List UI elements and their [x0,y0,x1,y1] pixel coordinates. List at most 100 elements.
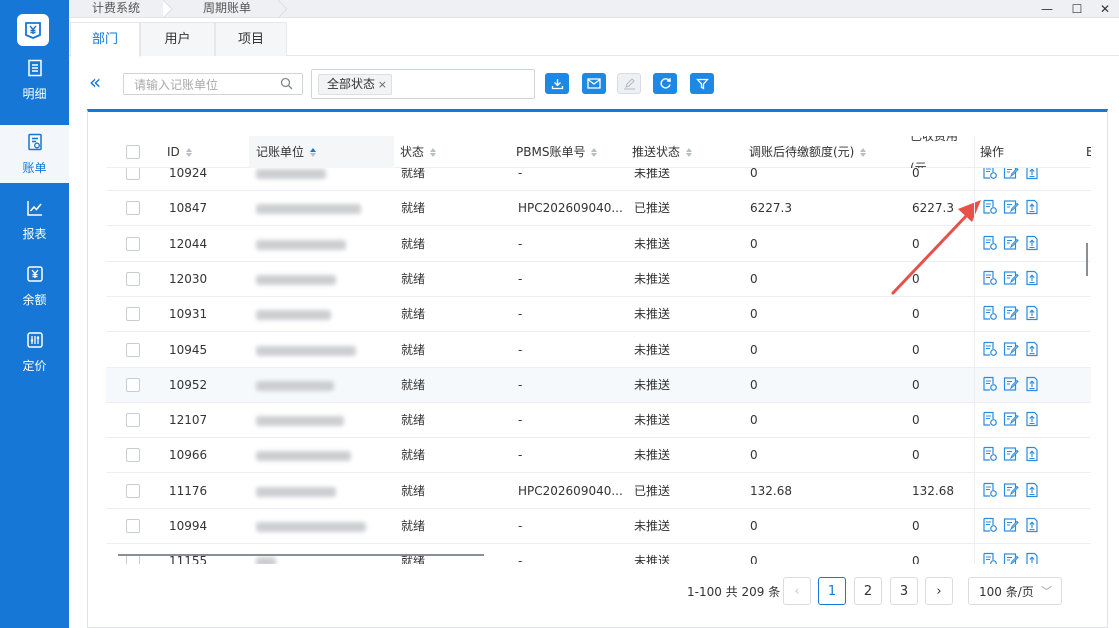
row-checkbox[interactable] [126,236,140,251]
download-button[interactable] [545,73,569,94]
search-icon[interactable] [280,77,293,90]
sort-icon[interactable] [430,147,437,157]
sort-icon[interactable] [185,147,192,157]
collapse-double-chevron-icon[interactable]: « [89,72,105,93]
th-accounting-unit[interactable]: 记账单位 [249,136,394,168]
refresh-button[interactable] [653,73,677,94]
th-pbms-bill-no[interactable]: PBMS账单号 [516,136,626,168]
detail-icon[interactable] [982,482,998,501]
tab-project[interactable]: 项目 [215,22,287,56]
export-icon[interactable] [1024,446,1040,465]
detail-icon[interactable] [982,199,998,218]
page-1-button[interactable]: 1 [818,577,846,605]
row-checkbox[interactable] [126,413,140,428]
tab-user[interactable]: 用户 [140,22,215,56]
sidebar-item-4[interactable]: 定价 [0,323,69,381]
export-icon[interactable] [1024,341,1040,360]
adjust-icon[interactable] [1003,411,1019,430]
breadcrumb-billing-system[interactable]: 计费系统 [92,0,140,18]
sidebar-item-1[interactable]: 账单 [0,125,69,183]
th-push-status[interactable]: 推送状态 [632,136,732,168]
adjust-icon[interactable] [1003,199,1019,218]
select-all-checkbox[interactable] [126,145,140,159]
th-status[interactable]: 状态 [400,136,500,168]
th-paid-amount[interactable]: 已收费用(元 [910,136,974,168]
table-row[interactable]: 12030 就绪 - 未推送 0 0 [106,261,1091,297]
row-checkbox[interactable] [126,483,140,498]
adjust-icon[interactable] [1003,517,1019,536]
horizontal-scrollbar[interactable] [118,554,484,556]
table-row[interactable]: 10966 就绪 - 未推送 0 0 [106,438,1091,474]
table-row[interactable]: 10847 就绪 HPC202609040... 已推送 6227.3 6227.3 [106,191,1091,227]
export-icon[interactable] [1024,305,1040,324]
table-row[interactable]: 10945 就绪 - 未推送 0 0 [106,332,1091,368]
export-icon[interactable] [1024,517,1040,536]
sidebar-item-0[interactable]: 明细 [0,51,69,109]
table-row[interactable]: 12107 就绪 - 未推送 0 0 [106,403,1091,439]
page-size-select[interactable]: 100 条/页 ﹀ [968,577,1062,605]
table-row[interactable]: 12044 就绪 - 未推送 0 0 [106,226,1091,262]
cell-status: 就绪 [401,342,426,357]
next-page-button[interactable]: › [925,577,953,605]
filter-button[interactable] [690,73,714,94]
detail-icon[interactable] [982,446,998,465]
minimize-button[interactable]: — [1033,0,1061,18]
tab-department[interactable]: 部门 [70,22,140,57]
table-row[interactable]: 10994 就绪 - 未推送 0 0 [106,509,1091,544]
detail-icon[interactable] [982,305,998,324]
prev-page-button[interactable]: ‹ [783,577,811,605]
row-checkbox[interactable] [126,342,140,357]
sort-icon[interactable] [310,147,317,157]
vertical-scrollbar[interactable] [1086,243,1088,276]
export-icon[interactable] [1024,376,1040,395]
breadcrumb-periodic-bill[interactable]: 周期账单 [203,0,251,18]
table-row[interactable]: 10931 就绪 - 未推送 0 0 [106,297,1091,333]
detail-icon[interactable] [982,552,998,564]
export-icon[interactable] [1024,482,1040,501]
detail-icon[interactable] [982,270,998,289]
adjust-icon[interactable] [1003,235,1019,254]
tag-close-icon[interactable]: × [378,75,387,94]
sidebar-item-2[interactable]: 报表 [0,191,69,249]
table-row[interactable]: 10952 就绪 - 未推送 0 0 [106,367,1091,403]
edit-button[interactable] [617,73,641,94]
row-checkbox[interactable] [126,271,140,286]
detail-icon[interactable] [982,376,998,395]
table-row[interactable]: 11176 就绪 HPC202609040... 已推送 132.68 132.68 [106,473,1091,509]
sort-icon[interactable] [860,147,867,157]
sidebar-item-3[interactable]: 余额 [0,257,69,315]
export-icon[interactable] [1024,552,1040,564]
sort-icon[interactable] [591,147,598,157]
detail-icon[interactable] [982,411,998,430]
adjust-icon[interactable] [1003,270,1019,289]
mail-button[interactable] [582,73,606,94]
row-checkbox[interactable] [126,166,140,180]
detail-icon[interactable] [982,517,998,536]
export-icon[interactable] [1024,235,1040,254]
adjust-icon[interactable] [1003,482,1019,501]
adjust-icon[interactable] [1003,376,1019,395]
adjust-icon[interactable] [1003,305,1019,324]
export-icon[interactable] [1024,411,1040,430]
detail-icon[interactable] [982,235,998,254]
th-due-amount[interactable]: 调账后待缴额度(元) [749,136,909,168]
page-3-button[interactable]: 3 [890,577,918,605]
row-checkbox[interactable] [126,519,140,533]
close-button[interactable]: ✕ [1091,0,1119,18]
adjust-icon[interactable] [1003,446,1019,465]
row-checkbox[interactable] [126,448,140,463]
row-checkbox[interactable] [126,377,140,392]
export-icon[interactable] [1024,270,1040,289]
export-icon[interactable] [1024,199,1040,218]
search-input[interactable] [134,76,274,93]
row-checkbox[interactable] [126,307,140,322]
row-checkbox[interactable] [126,201,140,216]
status-filter-select[interactable]: 全部状态 × [311,69,535,99]
maximize-button[interactable]: ☐ [1063,0,1091,18]
detail-icon[interactable] [982,341,998,360]
page-2-button[interactable]: 2 [854,577,882,605]
sort-icon[interactable] [686,147,693,157]
adjust-icon[interactable] [1003,341,1019,360]
adjust-icon[interactable] [1003,552,1019,564]
th-id[interactable]: ID [167,136,247,168]
